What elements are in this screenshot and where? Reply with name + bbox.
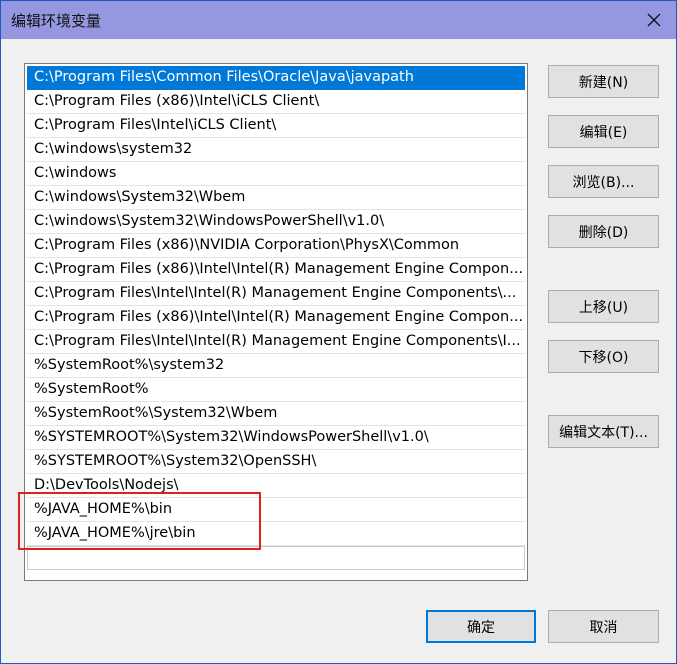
path-item[interactable]: %SYSTEMROOT%\System32\OpenSSH\ — [27, 450, 525, 474]
browse-button[interactable]: 浏览(B)... — [548, 165, 659, 198]
cancel-button[interactable]: 取消 — [548, 610, 659, 643]
path-item[interactable]: %SystemRoot% — [27, 378, 525, 402]
title-bar[interactable]: 编辑环境变量 — [1, 1, 676, 39]
window-title: 编辑环境变量 — [11, 12, 102, 30]
edit-text-button[interactable]: 编辑文本(T)... — [548, 415, 659, 448]
delete-button[interactable]: 删除(D) — [548, 215, 659, 248]
path-item[interactable]: C:\Program Files (x86)\Intel\Intel(R) Ma… — [27, 306, 525, 330]
path-item[interactable]: %SYSTEMROOT%\System32\WindowsPowerShell\… — [27, 426, 525, 450]
new-button[interactable]: 新建(N) — [548, 65, 659, 98]
path-item[interactable]: C:\Program Files\Common Files\Oracle\Jav… — [27, 66, 525, 90]
path-item[interactable]: C:\Program Files\Intel\Intel(R) Manageme… — [27, 330, 525, 354]
edit-env-variable-dialog: 编辑环境变量 C:\Program Files\Common Files\Ora… — [0, 0, 677, 664]
close-icon — [647, 13, 661, 27]
path-item[interactable]: C:\Program Files\Intel\iCLS Client\ — [27, 114, 525, 138]
path-item[interactable]: C:\windows\system32 — [27, 138, 525, 162]
edit-button[interactable]: 编辑(E) — [548, 115, 659, 148]
path-item[interactable]: %SystemRoot%\system32 — [27, 354, 525, 378]
path-item[interactable]: C:\Program Files (x86)\NVIDIA Corporatio… — [27, 234, 525, 258]
annotation-highlight-box — [18, 492, 261, 550]
path-item[interactable]: C:\Program Files (x86)\Intel\Intel(R) Ma… — [27, 258, 525, 282]
path-item[interactable]: C:\windows — [27, 162, 525, 186]
path-item[interactable]: %SystemRoot%\System32\Wbem — [27, 402, 525, 426]
path-item[interactable]: C:\Program Files\Intel\Intel(R) Manageme… — [27, 282, 525, 306]
close-button[interactable] — [632, 1, 676, 39]
move-up-button[interactable]: 上移(U) — [548, 290, 659, 323]
ok-button[interactable]: 确定 — [426, 610, 536, 643]
move-down-button[interactable]: 下移(O) — [548, 340, 659, 373]
path-item[interactable]: C:\Program Files (x86)\Intel\iCLS Client… — [27, 90, 525, 114]
path-item[interactable]: C:\windows\System32\WindowsPowerShell\v1… — [27, 210, 525, 234]
path-item[interactable]: C:\windows\System32\Wbem — [27, 186, 525, 210]
